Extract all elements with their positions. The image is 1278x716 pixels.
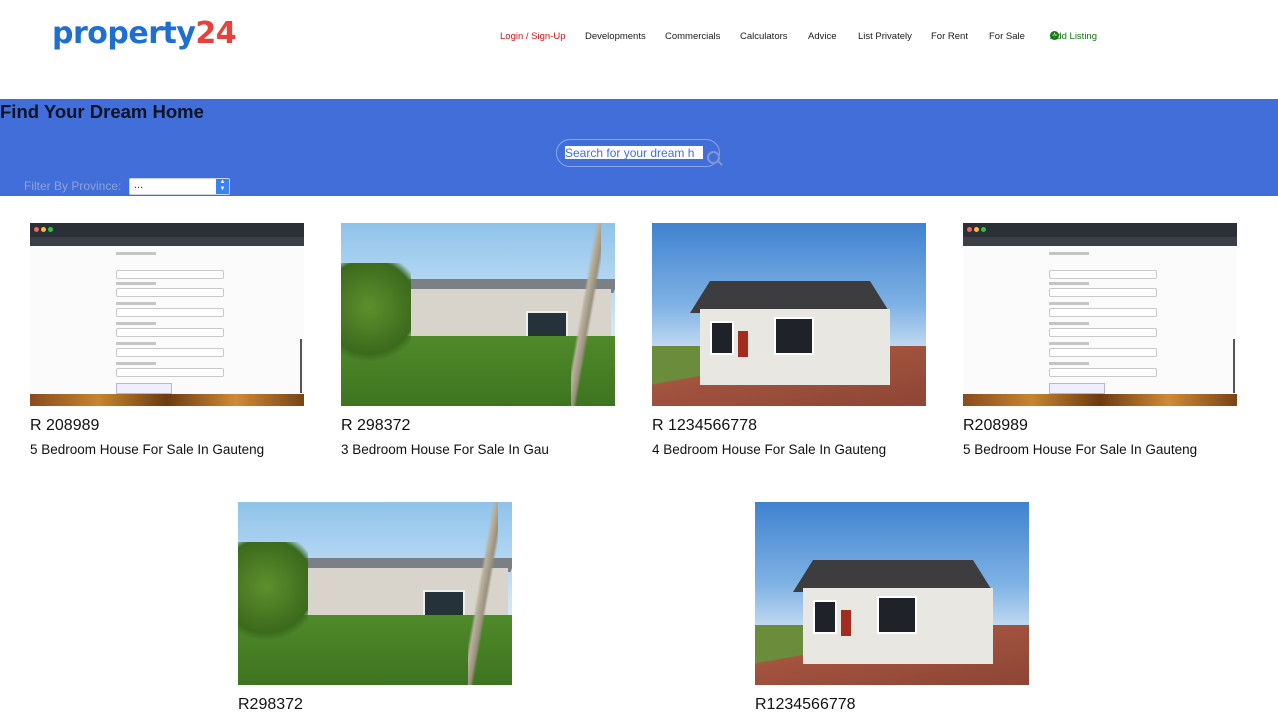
listing-card[interactable]: R 298372 3 Bedroom House For Sale In Gau (341, 223, 615, 457)
listing-card[interactable]: R 1234566778 4 Bedroom House For Sale In… (652, 223, 926, 457)
listing-price: R1234566778 (755, 696, 856, 713)
province-select[interactable]: ... ▲ ▼ (129, 178, 230, 195)
nav-login-signup[interactable]: Login / Sign-Up (500, 31, 565, 42)
hero-banner: Find Your Dream Home Filter By Province:… (0, 99, 1278, 196)
province-select-value: ... (134, 179, 144, 191)
listing-price: R 1234566778 (652, 417, 757, 434)
listing-card[interactable]: R 208989 5 Bedroom House For Sale In Gau… (30, 223, 304, 457)
add-listing-label: Add Listing (1050, 31, 1098, 42)
nav-list-privately[interactable]: List Privately (858, 31, 912, 42)
listing-title[interactable]: 4 Bedroom House For Sale In Gauteng (652, 442, 926, 457)
listing-card[interactable]: R208989 5 Bedroom House For Sale In Gaut… (963, 223, 1237, 457)
nav-for-sale[interactable]: For Sale (989, 31, 1025, 42)
listing-photo[interactable] (963, 223, 1237, 406)
logo-text-property: property (52, 16, 196, 51)
listing-price: R 298372 (341, 417, 411, 434)
listing-photo[interactable] (238, 502, 512, 685)
nav-developments[interactable]: Developments (585, 31, 646, 42)
nav-advice[interactable]: Advice (808, 31, 837, 42)
listing-price: R208989 (963, 417, 1028, 434)
listing-title[interactable]: 5 Bedroom House For Sale In Gauteng (963, 442, 1237, 457)
listing-photo[interactable] (30, 223, 304, 406)
logo-text-24: 24 (195, 16, 237, 51)
listing-price: R 208989 (30, 417, 100, 434)
listing-photo[interactable] (341, 223, 615, 406)
listing-card[interactable]: R1234566778 (755, 502, 1029, 716)
search-input[interactable] (565, 146, 703, 159)
logo[interactable]: property24 (52, 16, 237, 51)
search-box (556, 139, 720, 167)
nav-commercials[interactable]: Commercials (665, 31, 720, 42)
nav-for-rent[interactable]: For Rent (931, 31, 968, 42)
select-arrows-icon: ▲ ▼ (216, 179, 229, 194)
listing-title[interactable]: 5 Bedroom House For Sale In Gauteng (30, 442, 304, 457)
hero-title: Find Your Dream Home (0, 101, 204, 122)
listing-photo[interactable] (755, 502, 1029, 685)
listing-card[interactable]: R298372 (238, 502, 512, 716)
listing-price: R298372 (238, 696, 303, 713)
nav-calculators[interactable]: Calculators (740, 31, 788, 42)
listing-title[interactable]: 3 Bedroom House For Sale In Gau (341, 442, 615, 457)
listing-photo[interactable] (652, 223, 926, 406)
search-icon[interactable] (707, 151, 720, 164)
filter-province-label: Filter By Province: (24, 179, 122, 193)
